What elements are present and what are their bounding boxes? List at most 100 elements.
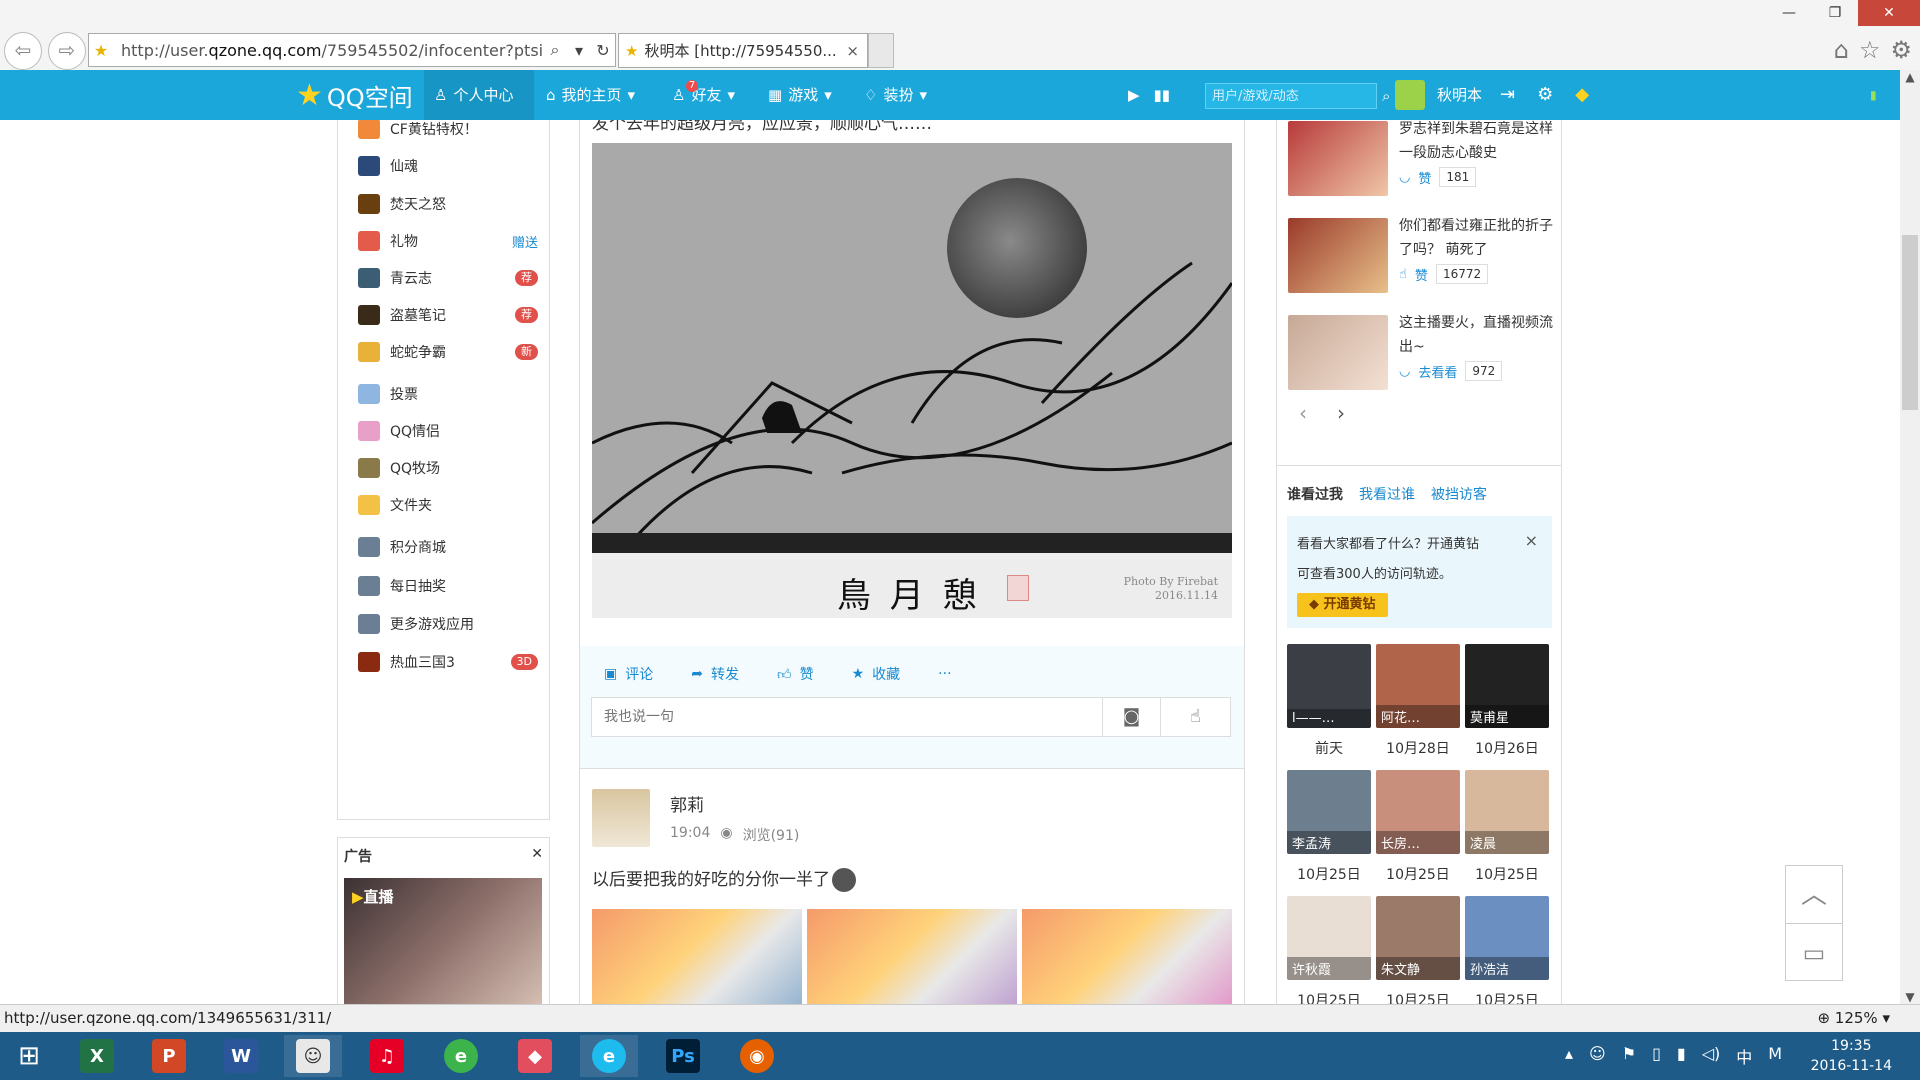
url-text[interactable]: http://user.qzone.qq.com/759545502/infoc…	[113, 41, 543, 60]
notice-close-icon[interactable]: ×	[1525, 526, 1538, 556]
battery-icon[interactable]: ▯	[1652, 1044, 1661, 1068]
post-photo[interactable]: 鳥 月 憩 Photo By Firebat 2016.11.14	[591, 143, 1234, 618]
ie-taskbar-icon[interactable]: e	[580, 1035, 638, 1077]
left-menu-item[interactable]: 仙魂	[358, 152, 538, 180]
page-scrollbar[interactable]: ▲ ▼	[1900, 70, 1920, 1004]
video-title[interactable]: 你们都看过雍正批的折子了吗？ 萌死了	[1399, 214, 1559, 262]
back-to-top-icon[interactable]: ︿	[1786, 866, 1842, 924]
scrollbar-thumb[interactable]	[1902, 235, 1918, 410]
share-button[interactable]: ➦ 转发	[691, 664, 739, 684]
play-icon[interactable]: ▶	[1128, 70, 1140, 120]
qzone-logo[interactable]: ★ QQ空间	[296, 78, 413, 113]
tab-i-viewed[interactable]: 我看过谁	[1359, 484, 1415, 504]
left-menu-item[interactable]: 蛇蛇争霸 新	[358, 338, 538, 366]
maximize-button[interactable]: ❐	[1812, 0, 1858, 26]
qzone-search[interactable]: ⌕	[1205, 83, 1390, 109]
left-menu-item[interactable]: 文件夹	[358, 491, 538, 519]
app-taskbar-icon[interactable]: ◆	[506, 1035, 564, 1077]
tab-blocked-visitors[interactable]: 被挡访客	[1431, 484, 1487, 504]
visitor-avatar[interactable]: l——…	[1287, 644, 1371, 728]
visitor-avatar[interactable]: 朱文静	[1376, 896, 1460, 980]
photoshop-taskbar-icon[interactable]: Ps	[654, 1035, 712, 1077]
video-action-link[interactable]: 赞	[1415, 265, 1428, 284]
nav-personal-center[interactable]: ♙ 个人中心	[424, 70, 534, 120]
clock[interactable]: 19:35 2016-11-14	[1811, 1036, 1892, 1076]
author-name[interactable]: 郭莉	[670, 791, 704, 816]
favorites-icon[interactable]: ☆	[1859, 36, 1881, 64]
bars-icon[interactable]: ▮▮	[1154, 70, 1171, 120]
firefox-taskbar-icon[interactable]: ◉	[728, 1035, 786, 1077]
tab-who-viewed-me[interactable]: 谁看过我	[1287, 484, 1343, 504]
left-menu-item[interactable]: 盗墓笔记 荐	[358, 301, 538, 329]
visitor-avatar[interactable]: 李孟涛	[1287, 770, 1371, 854]
tab-close-icon[interactable]: ×	[838, 42, 867, 60]
comment-input[interactable]	[592, 698, 1102, 736]
home-icon[interactable]: ⌂	[1834, 36, 1849, 64]
excel-taskbar-icon[interactable]: X	[68, 1035, 126, 1077]
camera-icon[interactable]: ◙	[1102, 698, 1160, 736]
left-menu-item[interactable]: 焚天之怒	[358, 190, 538, 218]
video-action-link[interactable]: 去看看	[1418, 362, 1457, 381]
dropdown-icon[interactable]: ▾	[567, 41, 591, 60]
visitor-avatar[interactable]: 阿花…	[1376, 644, 1460, 728]
ime-label[interactable]: 中	[1736, 1044, 1752, 1068]
left-menu-item[interactable]: 热血三国3 3D	[358, 648, 538, 676]
logout-icon[interactable]: ⇥	[1500, 70, 1515, 120]
media-controls[interactable]: ▶ ▮▮	[1128, 70, 1170, 120]
ad-image[interactable]: ▶直播	[344, 878, 542, 1004]
author-avatar[interactable]	[592, 789, 650, 847]
next-arrow-icon[interactable]: ›	[1337, 401, 1345, 425]
scroll-down-icon[interactable]: ▼	[1900, 990, 1920, 1004]
nav-decorate[interactable]: ♢ 装扮 ▾	[864, 70, 927, 120]
minimize-button[interactable]: —	[1766, 0, 1812, 26]
video-title[interactable]: 这主播要火，直播视频流出~	[1399, 311, 1559, 359]
search-icon[interactable]: ⌕	[543, 40, 567, 60]
open-yellow-diamond-button[interactable]: ◆ 开通黄钻	[1297, 593, 1388, 617]
video-thumb[interactable]	[1288, 218, 1388, 293]
feedback-icon[interactable]: ▭	[1786, 924, 1842, 982]
visitor-avatar[interactable]: 长房…	[1376, 770, 1460, 854]
show-hidden-icons-icon[interactable]: ▴	[1565, 1044, 1573, 1068]
left-menu-item[interactable]: 积分商城	[358, 533, 538, 561]
post-image[interactable]	[1022, 909, 1232, 1004]
left-menu-item[interactable]: 投票	[358, 380, 538, 408]
video-thumb[interactable]	[1288, 315, 1388, 390]
post-image[interactable]	[807, 909, 1017, 1004]
zoom-level[interactable]: ⊕ 125% ▾	[1817, 1005, 1890, 1032]
ime-mode-label[interactable]: M	[1768, 1044, 1782, 1068]
left-menu-item[interactable]: 每日抽奖	[358, 572, 538, 600]
left-menu-item[interactable]: QQ牧场	[358, 454, 538, 482]
volume-icon[interactable]: ◁)	[1702, 1044, 1721, 1068]
search-icon[interactable]: ⌕	[1382, 87, 1390, 105]
close-window-button[interactable]: ✕	[1858, 0, 1920, 26]
network-icon[interactable]: ▮	[1677, 1044, 1686, 1068]
ad-close-icon[interactable]: ✕	[531, 846, 543, 866]
visitor-avatar[interactable]: 许秋霞	[1287, 896, 1371, 980]
visitor-avatar[interactable]: 莫甫星	[1465, 644, 1549, 728]
avatar[interactable]	[1395, 80, 1425, 110]
like-button[interactable]: 👍︎ 赞	[777, 664, 814, 684]
back-icon[interactable]: ⇦	[4, 32, 42, 70]
username[interactable]: 秋明本	[1437, 70, 1482, 120]
address-bar[interactable]: ★ http://user.qzone.qq.com/759545502/inf…	[88, 33, 616, 67]
visitor-avatar[interactable]: 孙浩洁	[1465, 896, 1549, 980]
start-button[interactable]: ⊞	[0, 1035, 58, 1077]
qq-tray-icon[interactable]: ☺	[1589, 1044, 1606, 1068]
settings-icon[interactable]: ⚙	[1537, 70, 1553, 120]
left-menu-item[interactable]: QQ情侣	[358, 417, 538, 445]
left-menu-item[interactable]: 礼物 赠送	[358, 227, 538, 255]
nav-friends[interactable]: ♙ 好友 ▾	[672, 70, 735, 120]
netease-music-taskbar-icon[interactable]: ♫	[358, 1035, 416, 1077]
comment-button[interactable]: ▣ 评论	[604, 664, 653, 684]
refresh-icon[interactable]: ↻	[591, 41, 615, 60]
video-thumb[interactable]	[1288, 121, 1388, 196]
more-button[interactable]: ···	[938, 664, 951, 684]
visitor-avatar[interactable]: 凌晨	[1465, 770, 1549, 854]
gesture-icon[interactable]: ☝	[1160, 698, 1230, 736]
forward-icon[interactable]: ⇨	[48, 32, 86, 70]
left-menu-item[interactable]: 青云志 荐	[358, 264, 538, 292]
video-title[interactable]: 罗志祥到朱碧石竟是这样一段励志心酸史	[1399, 120, 1559, 165]
post-image[interactable]	[592, 909, 802, 1004]
left-menu-item[interactable]: 更多游戏应用	[358, 610, 538, 638]
qq-taskbar-icon[interactable]: ☺	[284, 1035, 342, 1077]
